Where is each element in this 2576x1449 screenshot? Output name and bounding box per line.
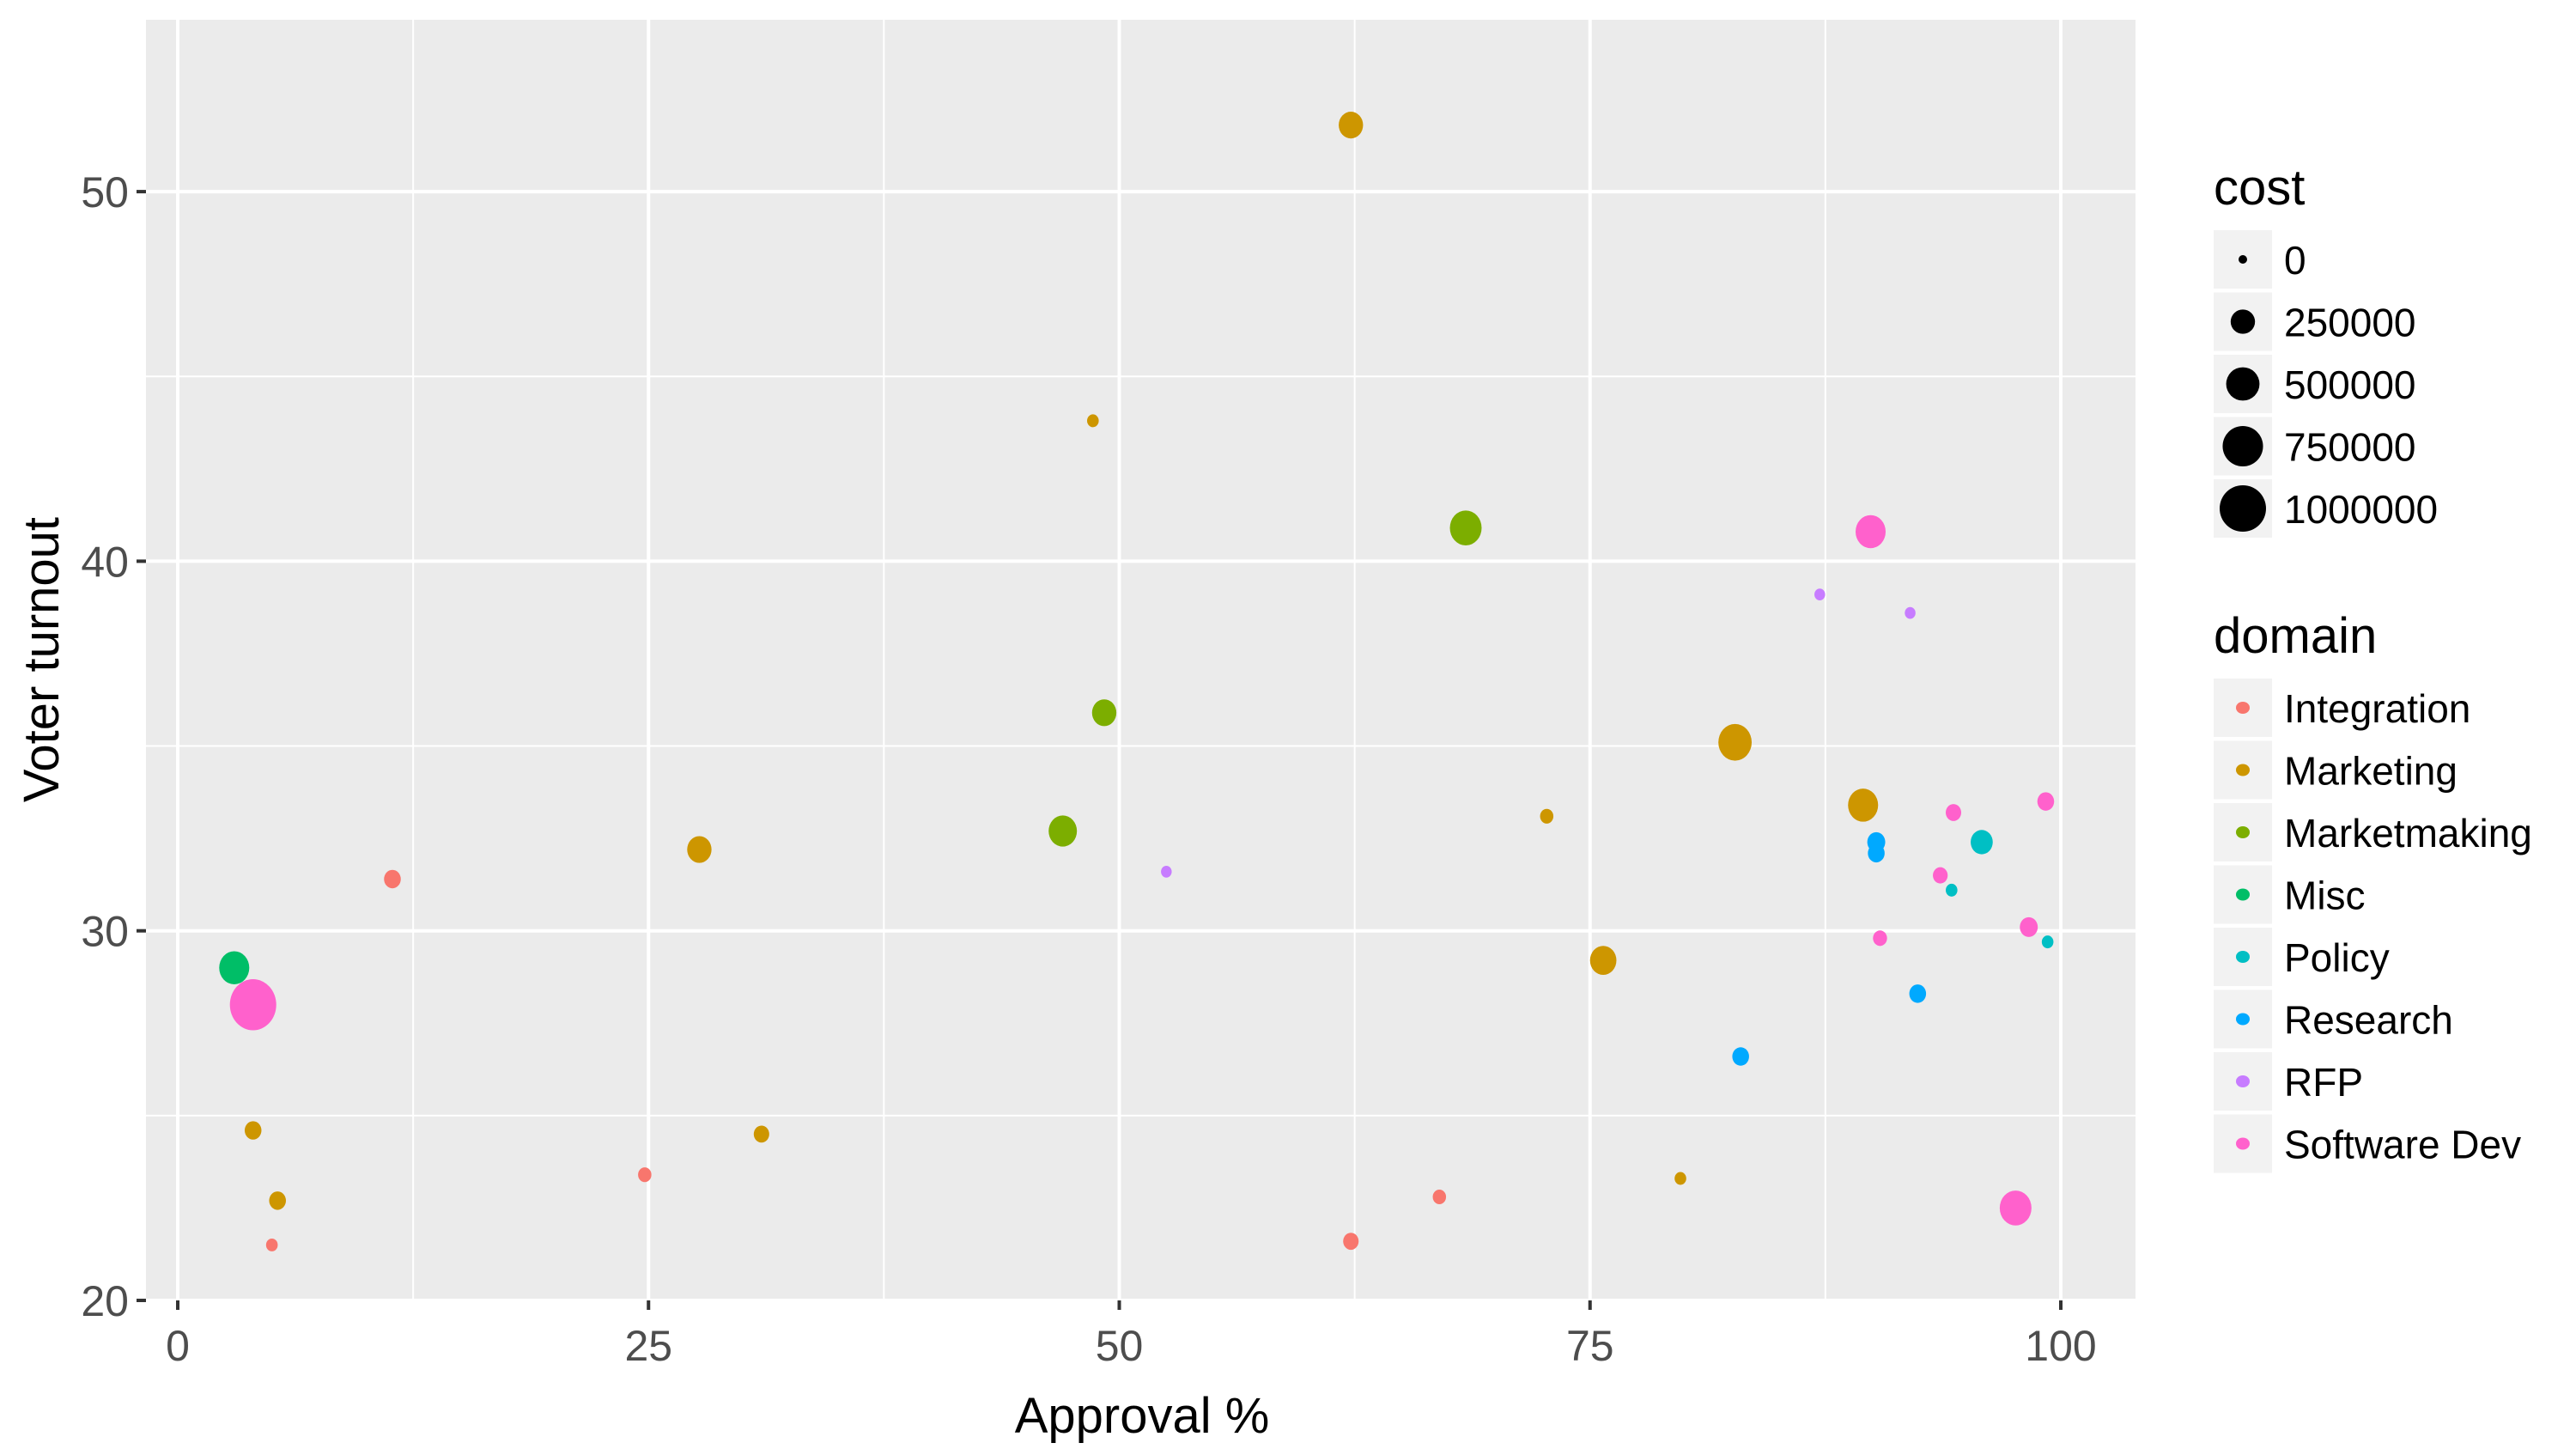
data-point-marketing	[1540, 808, 1554, 824]
data-point-software-dev	[2037, 792, 2055, 811]
color-legend-symbol	[2236, 764, 2250, 776]
size-legend: cost 0 250000 500000 750000 1000000	[2214, 160, 2438, 538]
data-point-marketmaking	[1091, 699, 1117, 727]
color-legend: domain Integration Marketing Marketmaking M…	[2214, 608, 2532, 1173]
size-legend-symbol	[2230, 309, 2256, 334]
color-legend-title: domain	[2214, 608, 2377, 664]
data-point-software-dev	[1999, 1190, 2032, 1226]
data-point-integration	[384, 869, 401, 889]
data-point-marketing	[1087, 414, 1099, 428]
data-point-software-dev	[2020, 916, 2038, 937]
color-legend-label: Misc	[2284, 874, 2366, 918]
color-legend-symbol	[2236, 888, 2250, 901]
color-legend-symbol	[2236, 702, 2250, 714]
data-point-rfp	[1161, 865, 1172, 878]
x-tick-label: 25	[624, 1322, 672, 1370]
y-axis-title: Voter turnout	[14, 517, 70, 802]
data-point-software-dev	[229, 979, 276, 1031]
y-tick-label: 50	[81, 168, 129, 216]
size-legend-label: 750000	[2284, 425, 2416, 470]
plot-panel	[146, 20, 2136, 1300]
size-legend-label: 500000	[2284, 362, 2416, 407]
color-legend-label: Software Dev	[2284, 1123, 2521, 1167]
data-point-marketing	[1674, 1172, 1686, 1185]
color-legend-label: RFP	[2284, 1060, 2363, 1105]
data-point-integration	[638, 1167, 652, 1183]
data-point-software-dev	[1873, 930, 1887, 947]
data-point-marketing	[1848, 788, 1879, 822]
data-point-marketmaking	[1449, 510, 1482, 546]
x-axis-title: Approval %	[1015, 1388, 1270, 1444]
data-point-marketing	[244, 1121, 262, 1140]
color-legend-label: Marketmaking	[2284, 811, 2532, 855]
data-point-software-dev	[1945, 804, 1962, 821]
data-point-software-dev	[1933, 867, 1948, 884]
data-point-marketing	[1339, 112, 1364, 139]
color-legend-symbol	[2236, 1137, 2250, 1150]
x-tick-label: 75	[1566, 1322, 1614, 1370]
data-point-research	[1868, 843, 1885, 863]
color-legend-symbol	[2236, 1013, 2250, 1026]
color-legend-label: Marketing	[2284, 749, 2458, 794]
data-point-integration	[1432, 1189, 1447, 1205]
x-axis: 0 25 50 75 100	[166, 1300, 2097, 1370]
data-point-policy	[1971, 830, 1993, 855]
y-axis: 20 30 40 50	[81, 168, 146, 1325]
size-legend-title: cost	[2214, 160, 2305, 216]
data-point-marketing	[687, 836, 712, 863]
data-point-marketmaking	[1048, 815, 1078, 847]
data-point-marketing	[1718, 723, 1753, 761]
data-point-rfp	[1905, 606, 1916, 619]
color-legend-symbol	[2236, 1075, 2250, 1087]
size-legend-label: 250000	[2284, 301, 2416, 345]
data-point-marketing	[753, 1125, 769, 1143]
color-legend-label: Policy	[2284, 935, 2390, 980]
size-legend-symbol	[2222, 425, 2263, 467]
data-point-policy	[2041, 935, 2054, 949]
data-point-software-dev	[1855, 514, 1886, 549]
x-tick-label: 100	[2025, 1322, 2096, 1370]
x-tick-label: 0	[166, 1322, 190, 1370]
data-point-integration	[265, 1238, 278, 1251]
size-legend-label: 1000000	[2284, 487, 2438, 532]
color-legend-label: Research	[2284, 998, 2453, 1043]
size-legend-label: 0	[2284, 238, 2306, 283]
color-legend-symbol	[2236, 826, 2250, 838]
data-point-misc	[219, 951, 250, 984]
color-legend-symbol	[2236, 951, 2250, 963]
x-tick-label: 50	[1096, 1322, 1144, 1370]
data-point-research	[1909, 984, 1927, 1003]
data-point-rfp	[1814, 588, 1826, 601]
data-point-research	[1732, 1047, 1749, 1066]
scatter-chart: 0 25 50 75 100 20 30 40 50 Approval % Voter tur…	[14, 5, 2532, 1444]
data-point-policy	[1946, 883, 1958, 897]
size-legend-symbol	[2220, 485, 2266, 532]
y-tick-label: 30	[81, 908, 129, 956]
data-point-marketing	[269, 1191, 286, 1210]
size-legend-symbol	[2239, 255, 2247, 264]
data-point-integration	[1343, 1233, 1359, 1251]
y-tick-label: 20	[81, 1277, 129, 1325]
size-legend-symbol	[2226, 367, 2260, 401]
color-legend-label: Integration	[2284, 686, 2470, 731]
y-tick-label: 40	[81, 538, 129, 586]
data-point-marketing	[1589, 946, 1617, 976]
